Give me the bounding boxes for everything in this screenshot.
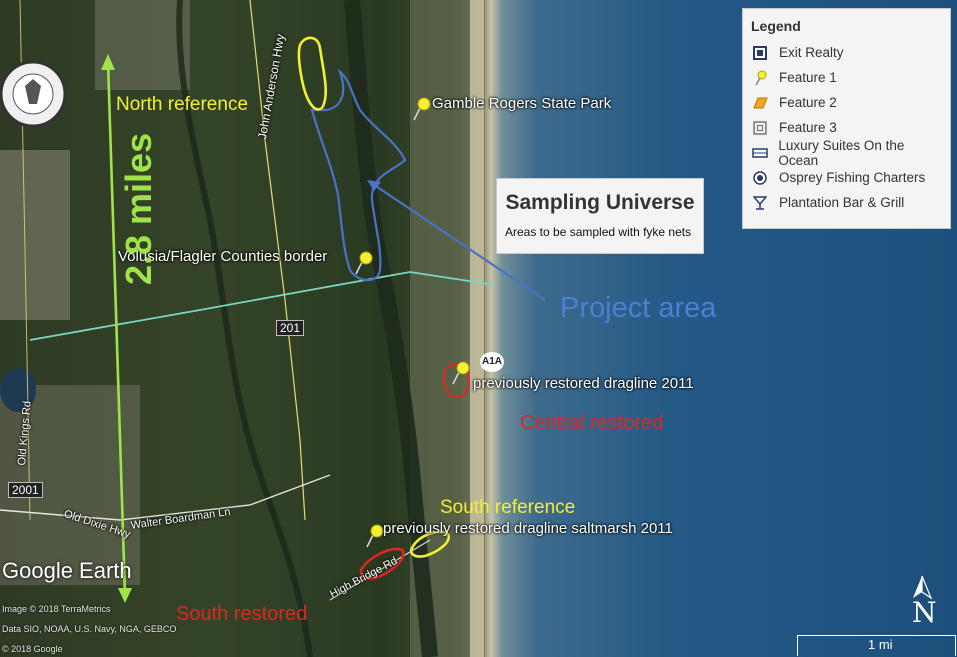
legend-title: Legend <box>751 18 801 34</box>
north-label: N <box>912 596 937 629</box>
route-a1a-shield: A1A <box>480 352 504 372</box>
legend-item[interactable]: Feature 1 <box>751 65 942 90</box>
pushpin-south[interactable] <box>366 524 384 548</box>
north-arrow: N <box>910 574 937 629</box>
sampling-universe-title: Sampling Universe <box>505 191 695 214</box>
hotel-icon <box>751 144 768 162</box>
square-marker-icon <box>751 119 769 137</box>
legend-item-label: Feature 2 <box>779 95 837 110</box>
pushpin-county-border[interactable] <box>355 251 373 275</box>
orange-polygon-icon <box>751 94 769 112</box>
north-reference-outline <box>297 36 327 111</box>
legend-item[interactable]: Feature 3 <box>751 115 942 140</box>
legend-item-label: Feature 3 <box>779 120 837 135</box>
north-reference-label: North reference <box>116 94 249 115</box>
scale-bar-label: 1 mi <box>868 637 893 652</box>
legend-item[interactable]: Osprey Fishing Charters <box>751 165 942 190</box>
camera-icon <box>751 169 769 187</box>
data-credit: Data SIO, NOAA, U.S. Navy, NGA, GEBCO <box>2 624 177 634</box>
legend-item[interactable]: Luxury Suites On the Ocean <box>751 137 942 168</box>
google-earth-logo: Google Earth <box>2 558 132 583</box>
realty-marker-icon <box>751 44 769 62</box>
legend-item-label: Osprey Fishing Charters <box>779 170 926 185</box>
south-restored-label: South restored <box>176 603 308 625</box>
project-area-label: Project area <box>560 292 717 324</box>
map-view[interactable]: North reference Gamble Rogers State Park… <box>0 0 957 657</box>
distance-arrow-bottom <box>118 588 132 603</box>
cocktail-icon <box>751 194 769 212</box>
gamble-rogers-label[interactable]: Gamble Rogers State Park <box>432 95 611 112</box>
legend-item[interactable]: Exit Realty <box>751 40 942 65</box>
residential-area-west <box>0 150 70 320</box>
image-credit: Image © 2018 TerraMetrics <box>2 604 111 614</box>
yellow-pushpin-icon <box>751 69 769 87</box>
route-2001-sign: 2001 <box>8 482 43 498</box>
legend-item-label: Plantation Bar & Grill <box>779 195 905 210</box>
sampling-universe-subtitle: Areas to be sampled with fyke nets <box>505 225 692 239</box>
legend-item[interactable]: Plantation Bar & Grill <box>751 190 942 215</box>
south-reference-label: South reference <box>440 497 576 518</box>
legend-panel: Legend Exit Realty Feature 1 Feature 2 F… <box>742 8 951 229</box>
fwc-logo <box>0 60 67 128</box>
south-restored-pin-label[interactable]: previously restored dragline saltmarsh 2… <box>383 520 673 537</box>
legend-item-label: Feature 1 <box>779 70 837 85</box>
route-201-sign: 201 <box>276 320 305 336</box>
legend-item-label: Exit Realty <box>779 45 844 60</box>
sampling-universe-box: Sampling Universe Areas to be sampled wi… <box>496 178 704 254</box>
legend-item-label: Luxury Suites On the Ocean <box>778 137 905 168</box>
central-restored-label: Central restored <box>520 412 664 434</box>
legend-item[interactable]: Feature 2 <box>751 90 942 115</box>
central-restored-pin-label[interactable]: previously restored dragline 2011 <box>473 375 694 392</box>
distance-label: 2.8 miles <box>118 132 159 285</box>
copyright: © 2018 Google <box>2 644 63 654</box>
